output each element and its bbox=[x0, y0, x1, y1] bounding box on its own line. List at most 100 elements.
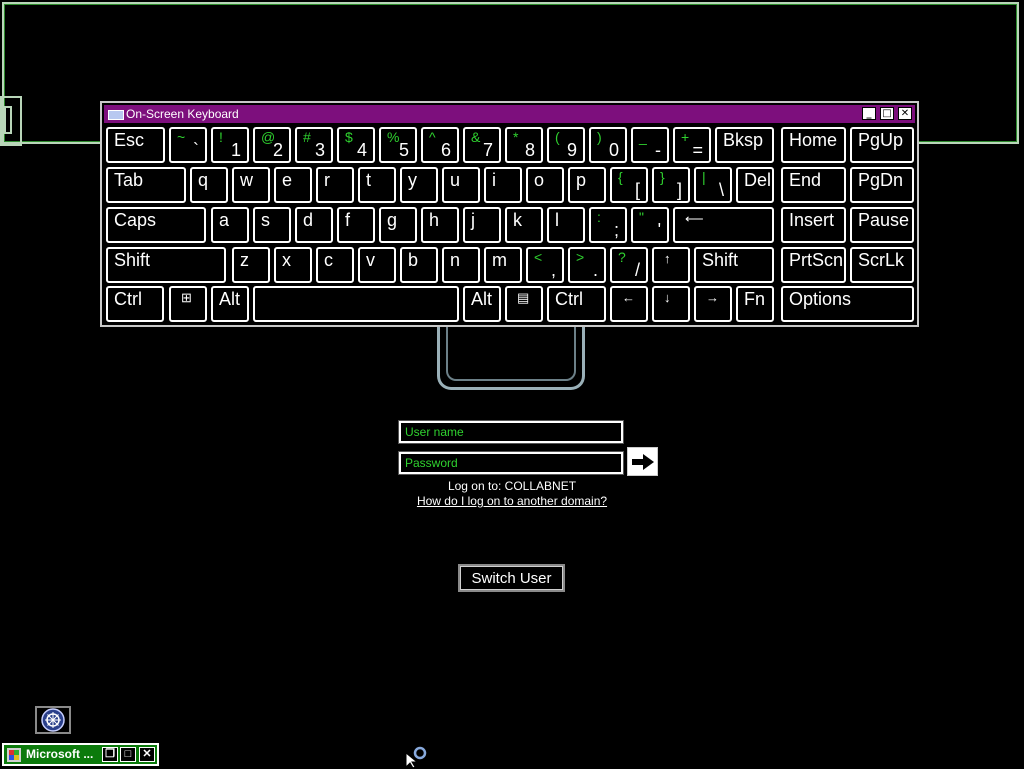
username-field[interactable] bbox=[399, 421, 623, 443]
key-/[interactable]: ? / bbox=[610, 247, 648, 283]
key-end[interactable]: End bbox=[781, 167, 846, 203]
submit-button[interactable] bbox=[627, 447, 658, 476]
key-shift-label: | bbox=[702, 169, 706, 185]
key-0[interactable]: ) 0 bbox=[589, 127, 627, 163]
key-⊞[interactable]: ⊞ bbox=[169, 286, 207, 322]
key-shift-label: $ bbox=[345, 129, 353, 145]
key-7[interactable]: & 7 bbox=[463, 127, 501, 163]
key-c[interactable]: c bbox=[316, 247, 354, 283]
key-↑[interactable]: ↑ bbox=[652, 247, 690, 283]
key-u[interactable]: u bbox=[442, 167, 480, 203]
key-9[interactable]: (9 bbox=[547, 127, 585, 163]
key-shift-label: _ bbox=[639, 129, 647, 145]
key-esc[interactable]: Esc bbox=[106, 127, 165, 163]
key-z[interactable]: z bbox=[232, 247, 270, 283]
key-w[interactable]: w bbox=[232, 167, 270, 203]
key-↓[interactable]: ↓ bbox=[652, 286, 690, 322]
key-e[interactable]: e bbox=[274, 167, 312, 203]
key-x[interactable]: x bbox=[274, 247, 312, 283]
key-f[interactable]: f bbox=[337, 207, 375, 243]
key-8[interactable]: * 8 bbox=[505, 127, 543, 163]
key-.[interactable]: >. bbox=[568, 247, 606, 283]
key-m[interactable]: m bbox=[484, 247, 522, 283]
key-label: u bbox=[450, 170, 461, 190]
maximize-button[interactable]: □ bbox=[120, 747, 136, 762]
key-insert[interactable]: Insert bbox=[781, 207, 846, 243]
key-alt[interactable]: Alt bbox=[211, 286, 249, 322]
password-field[interactable] bbox=[399, 452, 623, 474]
key-label: f bbox=[345, 210, 351, 230]
key-⟵[interactable]: ⟵ bbox=[673, 207, 774, 243]
key-h[interactable]: h bbox=[421, 207, 459, 243]
key-label: Caps bbox=[114, 210, 157, 230]
other-domain-link[interactable]: How do I log on to another domain? bbox=[380, 494, 644, 508]
switch-user-button[interactable]: Switch User bbox=[458, 564, 565, 592]
key-ctrl[interactable]: Ctrl bbox=[106, 286, 164, 322]
title-bar[interactable]: On-Screen Keyboard _ □ ✕ bbox=[104, 105, 915, 123]
restore-button[interactable]: ❐ bbox=[102, 747, 118, 762]
key-`[interactable]: ~ ` bbox=[169, 127, 207, 163]
key-n[interactable]: n bbox=[442, 247, 480, 283]
key-j[interactable]: j bbox=[463, 207, 501, 243]
key-4[interactable]: $4 bbox=[337, 127, 375, 163]
maximize-button[interactable]: □ bbox=[880, 107, 894, 120]
close-button[interactable]: ✕ bbox=[898, 107, 912, 120]
key-1[interactable]: ! 1 bbox=[211, 127, 249, 163]
key-→[interactable]: → bbox=[694, 286, 732, 322]
key-2[interactable]: @2 bbox=[253, 127, 291, 163]
key-[[interactable]: {[ bbox=[610, 167, 648, 203]
key-\[interactable]: | \ bbox=[694, 167, 732, 203]
key-q[interactable]: q bbox=[190, 167, 228, 203]
key-l[interactable]: l bbox=[547, 207, 585, 243]
key-6[interactable]: ^ 6 bbox=[421, 127, 459, 163]
key-options[interactable]: Options bbox=[781, 286, 914, 322]
key-g[interactable]: g bbox=[379, 207, 417, 243]
key-label: = bbox=[692, 140, 703, 160]
key-3[interactable]: #3 bbox=[295, 127, 333, 163]
key-ctrl[interactable]: Ctrl bbox=[547, 286, 606, 322]
key-a[interactable]: a bbox=[211, 207, 249, 243]
key-k[interactable]: k bbox=[505, 207, 543, 243]
key-o[interactable]: o bbox=[526, 167, 564, 203]
key-][interactable]: }] bbox=[652, 167, 690, 203]
key--[interactable]: _ - bbox=[631, 127, 669, 163]
key-=[interactable]: + = bbox=[673, 127, 711, 163]
key-r[interactable]: r bbox=[316, 167, 354, 203]
key-▤[interactable]: ▤ bbox=[505, 286, 543, 322]
key-label: b bbox=[408, 250, 419, 270]
key-'[interactable]: " ' bbox=[631, 207, 669, 243]
key-label: 8 bbox=[524, 140, 535, 160]
key-scrlk[interactable]: ScrLk bbox=[850, 247, 914, 283]
key-b[interactable]: b bbox=[400, 247, 438, 283]
key-pgup[interactable]: PgUp bbox=[850, 127, 914, 163]
key-fn[interactable]: Fn bbox=[736, 286, 774, 322]
key-tab[interactable]: Tab bbox=[106, 167, 186, 203]
key-del[interactable]: Del bbox=[736, 167, 774, 203]
ease-of-access-button[interactable] bbox=[35, 706, 71, 734]
key-d[interactable]: d bbox=[295, 207, 333, 243]
key-i[interactable]: i bbox=[484, 167, 522, 203]
key-s[interactable]: s bbox=[253, 207, 291, 243]
key-y[interactable]: y bbox=[400, 167, 438, 203]
key-shift[interactable]: Shift bbox=[694, 247, 774, 283]
key-←[interactable]: ← bbox=[610, 286, 648, 322]
key-label: Bksp bbox=[723, 130, 764, 150]
key-caps[interactable]: Caps bbox=[106, 207, 206, 243]
taskbar-item[interactable]: Microsoft ... ❐ □ ✕ bbox=[2, 743, 159, 766]
key-pgdn[interactable]: PgDn bbox=[850, 167, 914, 203]
key-prtscn[interactable]: PrtScn bbox=[781, 247, 846, 283]
key-alt[interactable]: Alt bbox=[463, 286, 501, 322]
key-space[interactable] bbox=[253, 286, 459, 322]
key-p[interactable]: p bbox=[568, 167, 606, 203]
key-shift[interactable]: Shift bbox=[106, 247, 226, 283]
key-v[interactable]: v bbox=[358, 247, 396, 283]
key-5[interactable]: % 5 bbox=[379, 127, 417, 163]
close-button[interactable]: ✕ bbox=[139, 747, 155, 762]
key-,[interactable]: <, bbox=[526, 247, 564, 283]
key-pause[interactable]: Pause bbox=[850, 207, 914, 243]
key-bksp[interactable]: Bksp bbox=[715, 127, 774, 163]
minimize-button[interactable]: _ bbox=[862, 107, 876, 120]
key-home[interactable]: Home bbox=[781, 127, 846, 163]
key-t[interactable]: t bbox=[358, 167, 396, 203]
key-;[interactable]: :; bbox=[589, 207, 627, 243]
